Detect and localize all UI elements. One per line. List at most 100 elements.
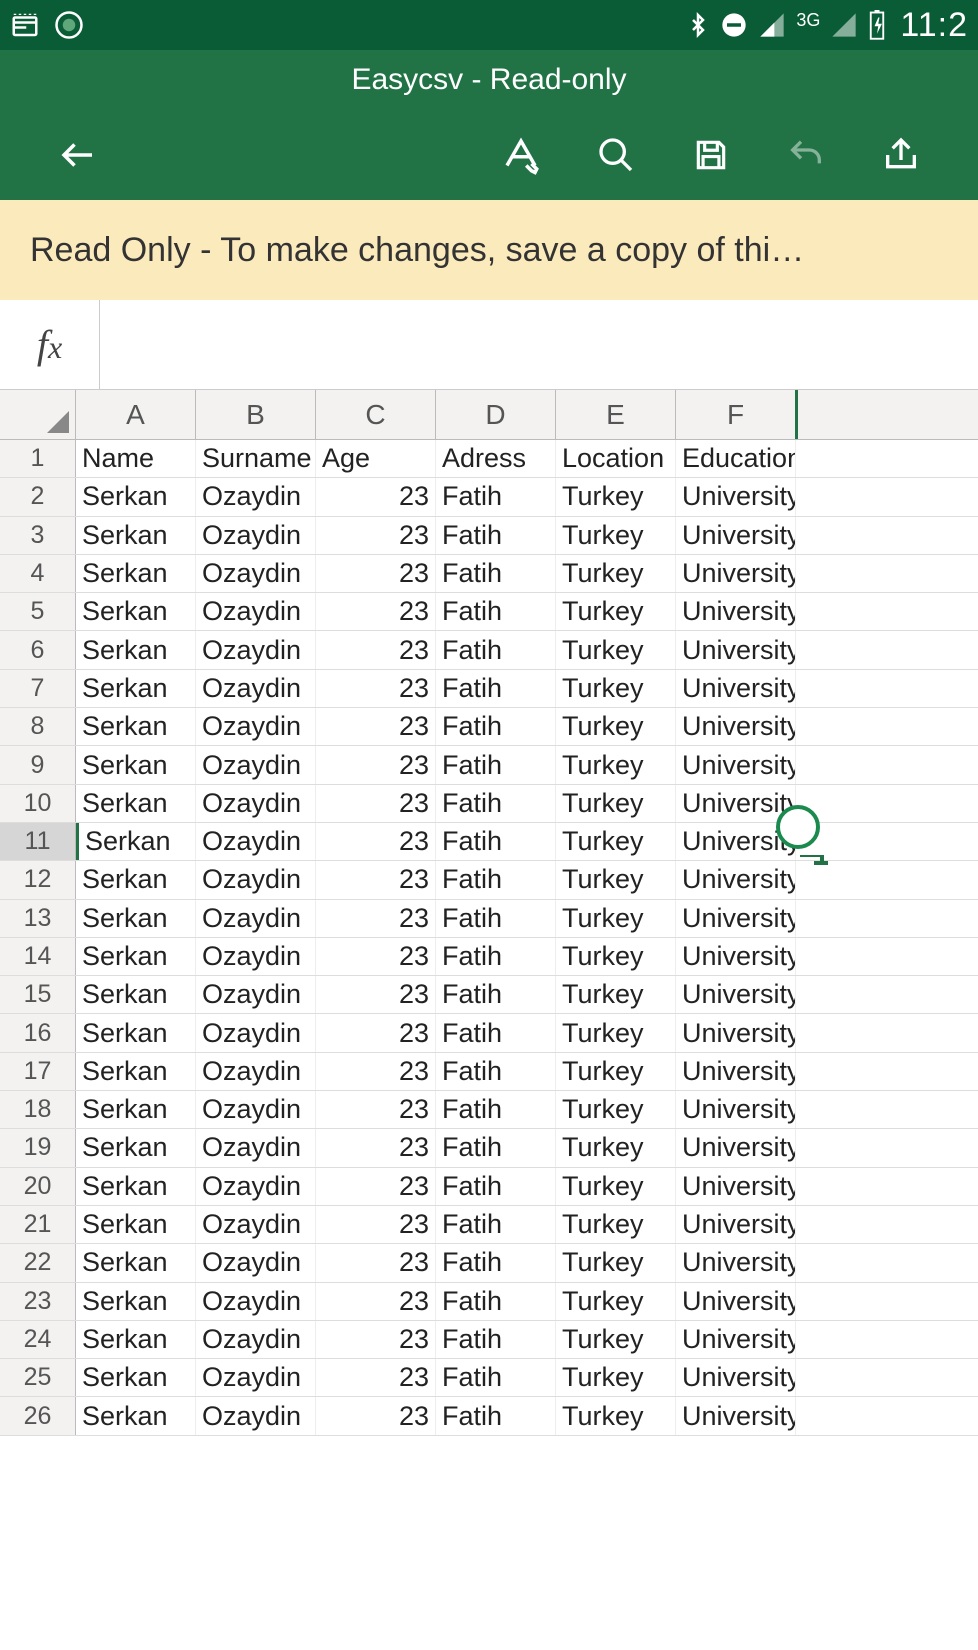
cell[interactable]: Turkey (556, 1129, 676, 1166)
cell[interactable]: Serkan (76, 746, 196, 783)
row-header[interactable]: 16 (0, 1014, 76, 1051)
cell[interactable]: 23 (316, 861, 436, 898)
cell[interactable]: Turkey (556, 670, 676, 707)
cell[interactable]: Turkey (556, 517, 676, 554)
cell[interactable]: Ozaydin (196, 1321, 316, 1358)
table-row[interactable]: 20SerkanOzaydin23FatihTurkeyUniversity (0, 1168, 978, 1206)
cell[interactable]: 23 (316, 1283, 436, 1320)
cell[interactable]: Fatih (436, 861, 556, 898)
cell[interactable]: Fatih (436, 1321, 556, 1358)
cell[interactable]: Age (316, 440, 436, 477)
cell[interactable]: 23 (316, 1014, 436, 1051)
formula-input[interactable] (100, 300, 978, 389)
cell[interactable]: Turkey (556, 1244, 676, 1281)
row-header[interactable]: 25 (0, 1359, 76, 1396)
cell[interactable]: Fatih (436, 1168, 556, 1205)
cell[interactable]: Ozaydin (196, 861, 316, 898)
cell[interactable]: Turkey (556, 823, 676, 860)
cell[interactable]: Turkey (556, 746, 676, 783)
cell[interactable]: 23 (316, 708, 436, 745)
cell[interactable]: Fatih (436, 517, 556, 554)
cell[interactable]: University (676, 1206, 796, 1243)
cell[interactable]: 23 (316, 1129, 436, 1166)
back-button[interactable] (30, 110, 125, 200)
cell[interactable]: Ozaydin (196, 1053, 316, 1090)
cell[interactable]: 23 (316, 938, 436, 975)
cell[interactable]: Serkan (76, 708, 196, 745)
cell[interactable]: 23 (316, 1053, 436, 1090)
cell[interactable]: Fatih (436, 1244, 556, 1281)
cell[interactable]: 23 (316, 746, 436, 783)
row-header[interactable]: 24 (0, 1321, 76, 1358)
cell[interactable]: University (676, 708, 796, 745)
cell[interactable]: 23 (316, 785, 436, 822)
cell[interactable]: Location (556, 440, 676, 477)
cell[interactable]: University (676, 1168, 796, 1205)
cell[interactable]: Ozaydin (196, 1129, 316, 1166)
cell[interactable]: Serkan (76, 1091, 196, 1128)
table-row[interactable]: 8SerkanOzaydin23FatihTurkeyUniversity (0, 708, 978, 746)
cell[interactable]: University (676, 1359, 796, 1396)
row-header[interactable]: 13 (0, 900, 76, 937)
cell[interactable]: Fatih (436, 631, 556, 668)
cell[interactable]: 23 (316, 593, 436, 630)
table-row[interactable]: 15SerkanOzaydin23FatihTurkeyUniversity (0, 976, 978, 1014)
row-header[interactable]: 15 (0, 976, 76, 1013)
table-row[interactable]: 12SerkanOzaydin23FatihTurkeyUniversity (0, 861, 978, 899)
cell[interactable]: Fatih (436, 1091, 556, 1128)
table-row[interactable]: 13SerkanOzaydin23FatihTurkeyUniversity (0, 900, 978, 938)
cell[interactable]: 23 (316, 1397, 436, 1434)
cell[interactable]: Ozaydin (196, 1283, 316, 1320)
table-row[interactable]: 6SerkanOzaydin23FatihTurkeyUniversity (0, 631, 978, 669)
cell[interactable]: University (676, 555, 796, 592)
spreadsheet-grid[interactable]: A B C D E F 1NameSurnameAgeAdressLocatio… (0, 390, 978, 1436)
table-row[interactable]: 23SerkanOzaydin23FatihTurkeyUniversity (0, 1283, 978, 1321)
cell[interactable]: Ozaydin (196, 785, 316, 822)
cell[interactable]: Serkan (76, 900, 196, 937)
row-header[interactable]: 23 (0, 1283, 76, 1320)
cell[interactable]: Fatih (436, 555, 556, 592)
table-row[interactable]: 10SerkanOzaydin23FatihTurkeyUniversity (0, 785, 978, 823)
col-header-B[interactable]: B (196, 390, 316, 439)
col-header-D[interactable]: D (436, 390, 556, 439)
cell[interactable]: Education (676, 440, 796, 477)
cell[interactable]: Ozaydin (196, 938, 316, 975)
row-header[interactable]: 18 (0, 1091, 76, 1128)
cell[interactable]: Turkey (556, 938, 676, 975)
cell[interactable]: Fatih (436, 1129, 556, 1166)
cell[interactable]: University (676, 900, 796, 937)
cell[interactable]: Fatih (436, 900, 556, 937)
cell[interactable]: Ozaydin (196, 1206, 316, 1243)
cell[interactable]: Serkan (76, 1129, 196, 1166)
cell[interactable]: Turkey (556, 900, 676, 937)
cell[interactable]: University (676, 1014, 796, 1051)
cell[interactable]: 23 (316, 976, 436, 1013)
cell[interactable]: Fatih (436, 1206, 556, 1243)
cell[interactable]: Turkey (556, 1168, 676, 1205)
row-header[interactable]: 3 (0, 517, 76, 554)
row-header[interactable]: 20 (0, 1168, 76, 1205)
cell[interactable]: Serkan (76, 593, 196, 630)
cell[interactable]: Ozaydin (196, 823, 316, 860)
select-all-corner[interactable] (0, 390, 76, 439)
cell[interactable]: Turkey (556, 708, 676, 745)
row-header[interactable]: 26 (0, 1397, 76, 1434)
cell[interactable]: Fatih (436, 670, 556, 707)
cell[interactable]: Ozaydin (196, 593, 316, 630)
table-row[interactable]: 26SerkanOzaydin23FatihTurkeyUniversity (0, 1397, 978, 1435)
cell[interactable]: University (676, 593, 796, 630)
col-header-F[interactable]: F (676, 390, 798, 439)
col-header-A[interactable]: A (76, 390, 196, 439)
row-header[interactable]: 6 (0, 631, 76, 668)
cell[interactable]: Fatih (436, 1283, 556, 1320)
edit-style-button[interactable] (473, 110, 568, 200)
cell[interactable]: Serkan (76, 938, 196, 975)
cell[interactable]: Fatih (436, 976, 556, 1013)
table-row[interactable]: 14SerkanOzaydin23FatihTurkeyUniversity (0, 938, 978, 976)
cell[interactable]: Fatih (436, 746, 556, 783)
cell[interactable]: 23 (316, 1359, 436, 1396)
cell[interactable]: Fatih (436, 478, 556, 515)
row-header[interactable]: 10 (0, 785, 76, 822)
cell[interactable]: Serkan (76, 861, 196, 898)
cell[interactable]: Turkey (556, 1206, 676, 1243)
